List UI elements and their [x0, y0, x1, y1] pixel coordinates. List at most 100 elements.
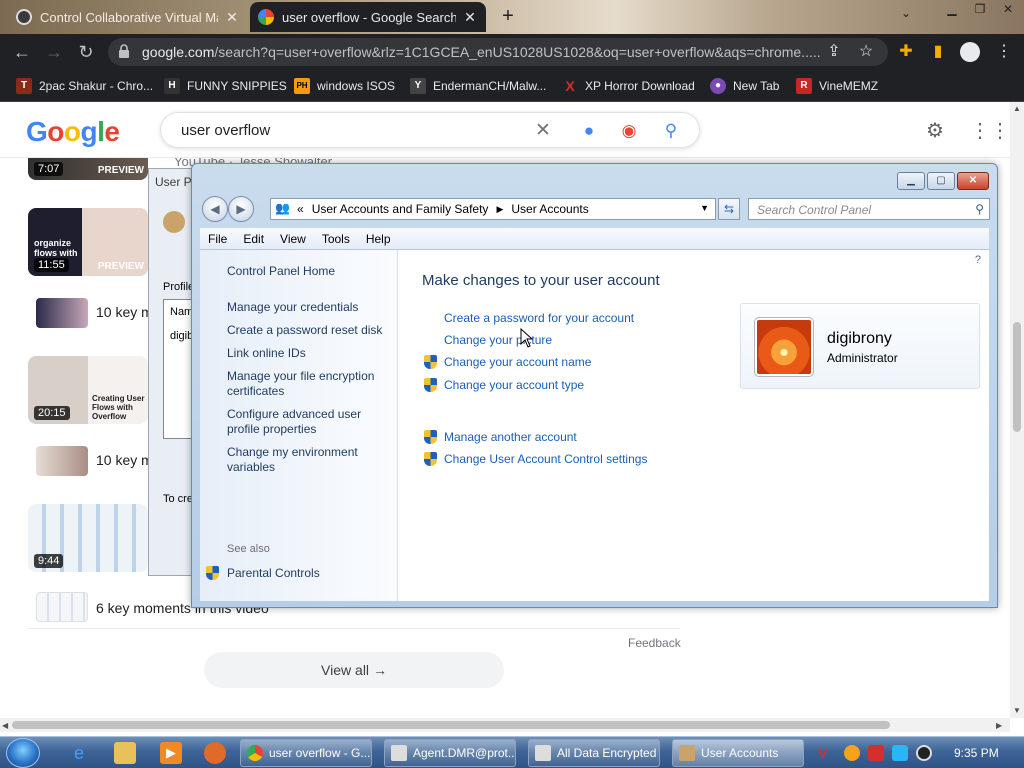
- forward-arrow-icon[interactable]: →: [42, 40, 66, 64]
- app-icon[interactable]: [204, 742, 226, 764]
- link-password-reset-disk[interactable]: Create a password reset disk: [227, 323, 387, 338]
- key-moment-thumbnail[interactable]: [36, 298, 88, 328]
- spy-tray-icon[interactable]: [916, 745, 932, 761]
- video-thumbnail[interactable]: 7:07 PREVIEW: [28, 158, 148, 180]
- extensions-puzzle-icon[interactable]: ✚: [896, 42, 916, 62]
- taskbar-all-data-encrypted[interactable]: All Data Encrypted: [528, 739, 660, 767]
- profile-row[interactable]: digib: [170, 330, 193, 342]
- star-bookmark-icon[interactable]: ☆: [856, 42, 876, 62]
- file-explorer-icon[interactable]: [114, 742, 136, 764]
- view-all-button[interactable]: View all →: [204, 652, 504, 688]
- link-change-account-type[interactable]: Change your account type: [444, 378, 584, 392]
- bookmark-windows-isos[interactable]: PH windows ISOS: [294, 76, 395, 96]
- google-logo[interactable]: Google: [26, 116, 120, 148]
- scroll-up-arrow-icon[interactable]: ▲: [1013, 104, 1021, 113]
- search-icon[interactable]: ⚲: [975, 202, 984, 216]
- bookmark-vinememz[interactable]: R VineMEMZ: [796, 76, 878, 96]
- camera-lens-icon[interactable]: ◉: [619, 121, 639, 141]
- bookmark-2pac[interactable]: T 2pac Shakur - Chro...: [16, 76, 153, 96]
- forward-arrow-icon[interactable]: ▶: [228, 196, 254, 222]
- scroll-down-arrow-icon[interactable]: ▼: [1013, 706, 1021, 715]
- minimize-icon[interactable]: ▁: [897, 172, 925, 190]
- back-arrow-icon[interactable]: ◀: [202, 196, 228, 222]
- link-manage-credentials[interactable]: Manage your credentials: [227, 300, 387, 315]
- key-moment-thumbnail[interactable]: [36, 446, 88, 476]
- bookmark-xp-horror[interactable]: X XP Horror Download: [562, 76, 695, 96]
- page-horizontal-scrollbar[interactable]: ◀ ▶: [0, 718, 1010, 732]
- address-breadcrumb[interactable]: 👥 « User Accounts and Family Safety ▶ Us…: [270, 198, 716, 220]
- user-accounts-window[interactable]: ▁ ▢ ✕ ◀ ▶ 👥 « User Accounts and Family S…: [191, 163, 998, 608]
- breadcrumb-family-safety[interactable]: User Accounts and Family Safety: [312, 202, 489, 216]
- reload-icon[interactable]: ↻: [74, 40, 98, 64]
- tab-google-search[interactable]: user overflow - Google Search ✕: [250, 2, 486, 32]
- link-environment-variables[interactable]: Change my environment variables: [227, 445, 387, 475]
- media-player-icon[interactable]: ▶: [160, 742, 182, 764]
- profile-avatar-icon[interactable]: [960, 42, 980, 62]
- key-moments-label[interactable]: 10 key m: [96, 304, 153, 320]
- address-bar[interactable]: google.com/search?q=user+overflow&rlz=1C…: [108, 38, 888, 66]
- video-thumbnail[interactable]: 9:44: [28, 504, 148, 572]
- link-control-panel-home[interactable]: Control Panel Home: [227, 264, 387, 279]
- link-create-password[interactable]: Create a password for your account: [444, 311, 634, 325]
- minimize-icon[interactable]: ▁: [940, 2, 964, 20]
- link-change-account-name[interactable]: Change your account name: [444, 355, 591, 369]
- clock[interactable]: 9:35 PM: [954, 746, 999, 760]
- link-change-uac-settings[interactable]: Change User Account Control settings: [444, 452, 647, 466]
- link-advanced-profile-properties[interactable]: Configure advanced user profile properti…: [227, 407, 387, 437]
- scroll-left-arrow-icon[interactable]: ◀: [2, 721, 8, 730]
- close-icon[interactable]: ✕: [957, 172, 989, 190]
- video-thumbnail[interactable]: organize flows with 11:55 PREVIEW: [28, 208, 148, 276]
- bookmark-funny-snippies[interactable]: H FUNNY SNIPPIES: [164, 76, 287, 96]
- link-manage-another-account[interactable]: Manage another account: [444, 430, 577, 444]
- scrollbar-thumb[interactable]: [12, 721, 890, 729]
- apps-grid-icon[interactable]: ⋮⋮: [970, 120, 1010, 142]
- restore-icon[interactable]: ❐: [968, 2, 992, 20]
- breadcrumb-separator-icon[interactable]: ▶: [496, 204, 503, 215]
- video-thumbnail[interactable]: Creating User Flows with Overflow 20:15: [28, 356, 148, 424]
- breadcrumb-overflow[interactable]: «: [297, 202, 304, 216]
- key-moment-thumbnail[interactable]: [36, 592, 88, 622]
- taskbar-chrome[interactable]: user overflow - G...: [240, 739, 372, 767]
- google-search-box[interactable]: user overflow ✕ ● ◉ ⚲: [160, 112, 700, 148]
- close-icon[interactable]: ✕: [996, 2, 1020, 20]
- link-change-picture[interactable]: Change your picture: [444, 333, 552, 347]
- feedback-link[interactable]: Feedback: [628, 636, 681, 650]
- close-tab-icon[interactable]: ✕: [224, 9, 240, 26]
- search-icon[interactable]: ⚲: [661, 121, 681, 141]
- bookmark-endermanch[interactable]: Y EndermanCH/Malw...: [410, 76, 546, 96]
- tab-search-chevron-icon[interactable]: ⌄: [896, 6, 916, 26]
- menu-edit[interactable]: Edit: [243, 232, 264, 246]
- user-picture-flower[interactable]: [754, 317, 814, 377]
- taskbar-agent-dmr[interactable]: Agent.DMR@prot...: [384, 739, 516, 767]
- menu-view[interactable]: View: [280, 232, 306, 246]
- new-tab-button[interactable]: +: [496, 5, 520, 29]
- search-query[interactable]: user overflow: [181, 122, 270, 139]
- taskbar-user-accounts[interactable]: User Accounts: [672, 739, 804, 767]
- settings-gear-icon[interactable]: ⚙: [924, 120, 946, 142]
- key-moments-label[interactable]: 10 key m: [96, 452, 153, 468]
- page-vertical-scrollbar[interactable]: ▲ ▼: [1010, 102, 1024, 718]
- link-file-encryption-certificates[interactable]: Manage your file encryption certificates: [227, 369, 387, 399]
- bookmark-new-tab[interactable]: ● New Tab: [710, 76, 779, 96]
- clear-search-icon[interactable]: ✕: [533, 121, 553, 141]
- share-icon[interactable]: ⇪: [824, 42, 844, 62]
- v-tray-icon[interactable]: V: [818, 745, 834, 761]
- microphone-icon[interactable]: ●: [579, 121, 599, 141]
- tab-control-collaborative[interactable]: Control Collaborative Virtual Ma ✕: [8, 2, 248, 32]
- breadcrumb-user-accounts[interactable]: User Accounts: [511, 202, 588, 216]
- side-panel-icon[interactable]: ▮: [928, 42, 948, 62]
- scroll-right-arrow-icon[interactable]: ▶: [996, 721, 1002, 730]
- chevron-down-icon[interactable]: ▼: [700, 203, 709, 213]
- search-control-panel-input[interactable]: Search Control Panel ⚲: [748, 198, 990, 220]
- back-arrow-icon[interactable]: ←: [10, 40, 34, 64]
- close-tab-icon[interactable]: ✕: [462, 9, 478, 26]
- network-tray-icon[interactable]: [892, 745, 908, 761]
- search-tray-icon[interactable]: [844, 745, 860, 761]
- refresh-icon[interactable]: ⇆: [718, 198, 740, 220]
- scrollbar-thumb[interactable]: [1013, 322, 1021, 432]
- start-orb-icon[interactable]: [6, 738, 40, 768]
- flag-tray-icon[interactable]: [868, 745, 884, 761]
- link-parental-controls[interactable]: Parental Controls: [206, 566, 320, 580]
- internet-explorer-icon[interactable]: e: [68, 742, 90, 764]
- menu-tools[interactable]: Tools: [322, 232, 350, 246]
